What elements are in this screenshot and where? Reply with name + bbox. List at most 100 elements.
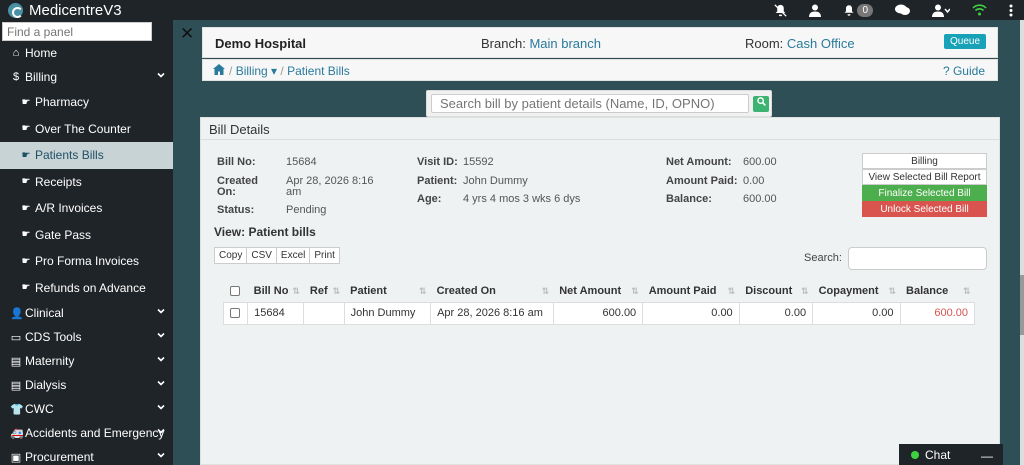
cell-patient: John Dummy <box>343 301 432 325</box>
cell-balance: 600.00 <box>899 301 976 325</box>
col-ref[interactable]: Ref ⇅ <box>303 280 345 303</box>
chat-bubbles-icon[interactable] <box>895 4 910 16</box>
col-copayment[interactable]: Copayment ⇅ <box>812 280 901 303</box>
bill-search-input[interactable] <box>431 94 749 113</box>
table-search-label: Search: <box>804 252 842 264</box>
sort-icon: ⇅ <box>541 286 550 296</box>
view-title: View: Patient bills <box>214 225 316 239</box>
notifications-bell-icon[interactable]: 0 <box>843 3 873 17</box>
home-icon[interactable] <box>213 64 225 78</box>
hand-point-icon: ☛ <box>21 229 31 241</box>
sidebar-item-gate-pass[interactable]: ☛ Gate Pass <box>0 222 173 249</box>
print-button[interactable]: Print <box>309 247 340 264</box>
chat-label: Chat <box>925 447 951 462</box>
chevron-down-icon <box>157 380 165 386</box>
panel-title: Bill Details <box>201 118 999 140</box>
breadcrumb-billing[interactable]: Billing <box>236 64 268 78</box>
room-link[interactable]: Cash Office <box>787 36 855 51</box>
table-search-input[interactable] <box>848 247 987 270</box>
sort-icon: ⇅ <box>292 286 300 296</box>
bill-no-value: 15684 <box>286 156 317 168</box>
balance-label: Balance: <box>666 193 712 205</box>
caret-down-icon[interactable]: ▾ <box>271 64 277 78</box>
sidebar-item-clinical[interactable]: 👤 Clinical <box>0 301 173 325</box>
excel-button[interactable]: Excel <box>275 247 311 264</box>
table-row[interactable]: 15684 John Dummy Apr 28, 2026 8:16 am 60… <box>222 301 976 325</box>
sort-icon: ⇅ <box>631 286 639 296</box>
sidebar-item-over-the-counter[interactable]: ☛ Over The Counter <box>0 116 173 143</box>
sidebar-item-cds-tools[interactable]: ▭ CDS Tools <box>0 325 173 349</box>
row-checkbox[interactable] <box>230 308 240 319</box>
sidebar-item-pharmacy[interactable]: ☛ Pharmacy <box>0 89 173 116</box>
guide-link[interactable]: ? Guide <box>943 64 985 78</box>
select-all-checkbox[interactable] <box>229 285 240 296</box>
sidebar-item-home[interactable]: ⌂ Home <box>0 41 173 65</box>
cell-amount-paid: 0.00 <box>642 301 740 325</box>
status-label: Status: <box>217 204 255 216</box>
col-balance[interactable]: Balance ⇅ <box>900 280 975 303</box>
amount-paid-label: Amount Paid: <box>666 175 738 187</box>
hand-point-icon: ☛ <box>21 149 31 161</box>
col-amount-paid[interactable]: Amount Paid ⇅ <box>642 280 740 303</box>
sidebar-item-procurement[interactable]: ▣ Procurement <box>0 445 173 465</box>
sidebar-item-billing[interactable]: $ Billing <box>0 65 173 89</box>
ambulance-icon: 🚑 <box>10 427 24 440</box>
row-select[interactable] <box>222 301 249 325</box>
col-net-amount[interactable]: Net Amount ⇅ <box>553 280 643 303</box>
user-md-icon[interactable] <box>809 4 822 17</box>
cell-discount: 0.00 <box>738 301 814 325</box>
created-on-value-2: am <box>286 186 302 198</box>
col-discount[interactable]: Discount ⇅ <box>739 280 813 303</box>
patient-value: John Dummy <box>463 175 528 187</box>
sidebar-item-maternity[interactable]: ▤ Maternity <box>0 349 173 373</box>
comment-icon: ▭ <box>10 331 22 344</box>
branch-link[interactable]: Main branch <box>529 36 601 51</box>
clipboard-icon: ▤ <box>10 379 22 392</box>
bill-no-label: Bill No: <box>217 156 256 168</box>
mute-bell-icon[interactable] <box>774 3 788 17</box>
sidebar-item-ar-invoices[interactable]: ☛ A/R Invoices <box>0 195 173 222</box>
sidebar-item-refunds-on-advance[interactable]: ☛ Refunds on Advance <box>0 275 173 302</box>
brand[interactable]: MedicentreV3 <box>0 2 122 19</box>
export-buttons: Copy CSV Excel Print <box>214 247 340 264</box>
sidebar-item-dialysis[interactable]: ▤ Dialysis <box>0 373 173 397</box>
find-panel-input[interactable] <box>2 22 152 41</box>
question-circle-icon: ? <box>942 64 950 78</box>
sort-icon: ⇅ <box>419 286 427 296</box>
age-label: Age: <box>417 193 442 205</box>
user-icon: 👤 <box>10 307 24 320</box>
sidebar-item-patients-bills[interactable]: ☛ Patients Bills <box>0 142 173 169</box>
room-info: Room: Cash Office <box>745 36 855 51</box>
chat-widget[interactable]: Chat — <box>899 444 1003 465</box>
home-icon: ⌂ <box>12 47 20 59</box>
hand-point-icon: ☛ <box>21 176 31 188</box>
col-patient[interactable]: Patient ⇅ <box>344 280 431 303</box>
queue-button[interactable]: Queue <box>944 34 987 49</box>
copy-button[interactable]: Copy <box>214 247 248 264</box>
col-created-on[interactable]: Created On ⇅ <box>430 280 554 303</box>
unlock-bill-button[interactable]: Unlock Selected Bill <box>862 201 987 217</box>
search-button[interactable] <box>753 96 769 112</box>
top-bar: MedicentreV3 0 <box>0 0 1024 20</box>
sidebar-item-pro-forma-invoices[interactable]: ☛ Pro Forma Invoices <box>0 248 173 275</box>
net-amount-value: 600.00 <box>743 156 777 168</box>
view-bill-report-button[interactable]: View Selected Bill Report <box>862 169 987 185</box>
minimize-icon[interactable]: — <box>981 449 993 463</box>
sidebar-item-accidents-and-emergency[interactable]: 🚑 Accidents and Emergency <box>0 421 173 445</box>
truck-icon: ▣ <box>10 451 22 464</box>
finalize-bill-button[interactable]: Finalize Selected Bill <box>862 185 987 201</box>
more-menu-icon[interactable] <box>1009 4 1013 17</box>
sidebar-item-receipts[interactable]: ☛ Receipts <box>0 169 173 196</box>
select-all-header[interactable] <box>223 280 248 303</box>
hand-point-icon: ☛ <box>21 202 31 214</box>
sidebar-item-cwc[interactable]: 👕 CWC <box>0 397 173 421</box>
page-scrollbar[interactable] <box>1020 20 1024 465</box>
sort-icon: ⇅ <box>888 286 897 296</box>
search-icon <box>756 97 766 106</box>
user-menu-icon[interactable] <box>932 4 950 17</box>
col-bill-no[interactable]: Bill No ⇅ <box>247 280 304 303</box>
logo-icon <box>8 2 23 18</box>
notifications-badge: 0 <box>857 3 873 17</box>
close-sidebar-icon[interactable]: ✕ <box>180 24 194 44</box>
csv-button[interactable]: CSV <box>246 247 277 264</box>
